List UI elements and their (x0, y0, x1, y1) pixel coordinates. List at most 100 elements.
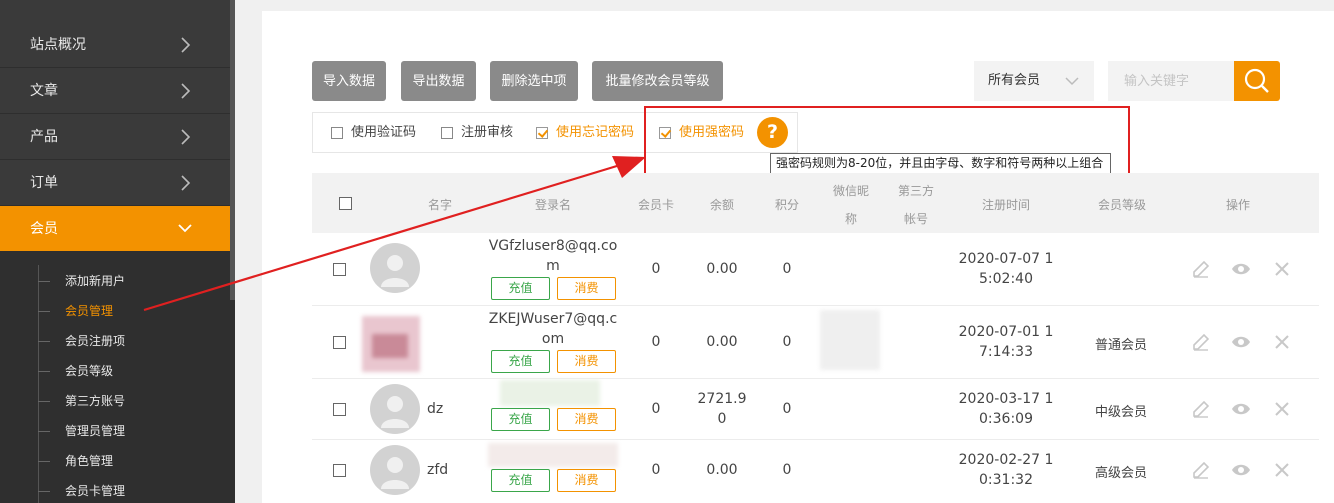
sidebar-item-registration-fields[interactable]: 会员注册项 (38, 326, 125, 356)
consume-button[interactable]: 消费 (557, 408, 616, 431)
consume-button[interactable]: 消费 (557, 350, 616, 373)
option-label: 注册审核 (461, 125, 514, 140)
annotation-highlight-box (644, 106, 1130, 183)
import-data-button[interactable]: 导入数据 (312, 61, 386, 101)
sidebar-item-add-user[interactable]: 添加新用户 (38, 266, 125, 296)
registration-time-line2: 5:02:40 (979, 271, 1033, 287)
member-filter-select[interactable]: 所有会员 (974, 61, 1094, 101)
delete-x-icon[interactable] (1272, 460, 1292, 480)
delete-selected-button[interactable]: 删除选中项 (490, 61, 578, 101)
registration-time-line2: 0:31:32 (979, 472, 1033, 488)
edit-icon[interactable] (1191, 259, 1211, 279)
option-forgot-password[interactable]: 使用忘记密码 (536, 125, 634, 141)
consume-button[interactable]: 消费 (557, 277, 616, 300)
sidebar-item-member-card-management[interactable]: 会员卡管理 (38, 476, 125, 503)
nav-item-label: 产品 (30, 129, 58, 145)
registration-time-line1: 2020-07-07 1 (958, 251, 1054, 267)
sidebar-item-admin-management[interactable]: 管理员管理 (38, 416, 125, 446)
row-checkbox[interactable] (333, 263, 346, 276)
avatar (370, 384, 420, 434)
avatar-blurred (362, 316, 420, 372)
search-icon (1244, 68, 1269, 93)
nav-item-orders[interactable]: 订单 (0, 160, 235, 206)
nav-item-products[interactable]: 产品 (0, 114, 235, 160)
header-registration-time: 注册时间 (981, 198, 1030, 212)
points-value: 0 (782, 334, 792, 350)
table-header (312, 173, 1319, 233)
header-third-party-line1: 第三方 (897, 184, 934, 198)
nav-item-label: 会员 (30, 221, 58, 237)
sidebar-item-role-management[interactable]: 角色管理 (38, 446, 113, 476)
option-label: 使用忘记密码 (556, 125, 635, 140)
select-all-checkbox[interactable] (339, 197, 352, 210)
view-eye-icon[interactable] (1231, 332, 1251, 352)
row-checkbox[interactable] (333, 464, 346, 477)
search-input[interactable] (1108, 61, 1234, 101)
login-name-blurred (500, 380, 600, 406)
points-value: 0 (782, 401, 792, 417)
login-name-line2: om (541, 331, 565, 347)
registration-time-line1: 2020-03-17 1 (958, 391, 1054, 407)
chevron-right-icon (181, 37, 191, 53)
sidebar-item-member-management[interactable]: 会员管理 (38, 296, 113, 326)
search-button[interactable] (1234, 61, 1280, 101)
nav-item-label: 站点概况 (30, 37, 86, 53)
consume-button[interactable]: 消费 (557, 469, 616, 492)
user-placeholder-icon (381, 255, 409, 287)
avatar (370, 243, 420, 293)
balance-value: 0.00 (706, 261, 738, 277)
row-divider (312, 439, 1319, 440)
registration-time-line1: 2020-07-01 1 (958, 324, 1054, 340)
row-divider (312, 378, 1319, 379)
recharge-button[interactable]: 充值 (491, 408, 550, 431)
recharge-button[interactable]: 充值 (491, 277, 550, 300)
row-checkbox[interactable] (333, 336, 346, 349)
checkbox[interactable] (441, 127, 453, 139)
member-name: zfd (427, 462, 449, 478)
view-eye-icon[interactable] (1231, 259, 1251, 279)
wechat-avatar-blurred (820, 310, 880, 370)
recharge-button[interactable]: 充值 (491, 469, 550, 492)
delete-x-icon[interactable] (1272, 259, 1292, 279)
header-name: 名字 (427, 198, 452, 212)
nav-item-articles[interactable]: 文章 (0, 68, 235, 114)
sidebar-scrollbar[interactable] (230, 0, 235, 300)
registration-time-line2: 0:36:09 (979, 411, 1033, 427)
login-name-blurred (488, 443, 618, 467)
member-card-value: 0 (651, 462, 661, 478)
option-registration-review[interactable]: 注册审核 (441, 125, 513, 141)
delete-x-icon[interactable] (1272, 399, 1292, 419)
sidebar-item-member-levels[interactable]: 会员等级 (38, 356, 113, 386)
balance-value: 0.00 (706, 334, 738, 350)
view-eye-icon[interactable] (1231, 399, 1251, 419)
edit-icon[interactable] (1191, 460, 1211, 480)
edit-icon[interactable] (1191, 332, 1211, 352)
points-value: 0 (782, 462, 792, 478)
user-placeholder-icon (381, 457, 409, 489)
delete-x-icon[interactable] (1272, 332, 1292, 352)
login-name-line1: ZKEJWuser7@qq.c (488, 311, 618, 327)
member-level-value: 普通会员 (1094, 338, 1147, 353)
nav-item-site-overview[interactable]: 站点概况 (0, 22, 235, 68)
member-filter-value: 所有会员 (988, 73, 1041, 88)
member-level-value: 高级会员 (1094, 466, 1147, 481)
export-data-button[interactable]: 导出数据 (401, 61, 476, 101)
member-name: dz (427, 401, 444, 417)
points-value: 0 (782, 261, 792, 277)
nav-item-members[interactable]: 会员 (0, 206, 235, 252)
user-placeholder-icon (381, 396, 409, 428)
sidebar-item-third-party-accounts[interactable]: 第三方账号 (38, 386, 125, 416)
nav-item-label: 订单 (30, 175, 58, 191)
view-eye-icon[interactable] (1231, 460, 1251, 480)
batch-edit-level-button[interactable]: 批量修改会员等级 (592, 61, 723, 101)
checkbox[interactable] (331, 127, 343, 139)
edit-icon[interactable] (1191, 399, 1211, 419)
recharge-button[interactable]: 充值 (491, 350, 550, 373)
option-captcha[interactable]: 使用验证码 (331, 125, 416, 141)
login-name-line1: VGfzluser8@qq.co (488, 238, 618, 254)
checkbox-checked[interactable] (536, 127, 548, 139)
header-balance: 余额 (709, 198, 734, 212)
member-card-value: 0 (651, 261, 661, 277)
nav-item-label: 文章 (30, 83, 58, 99)
row-checkbox[interactable] (333, 403, 346, 416)
